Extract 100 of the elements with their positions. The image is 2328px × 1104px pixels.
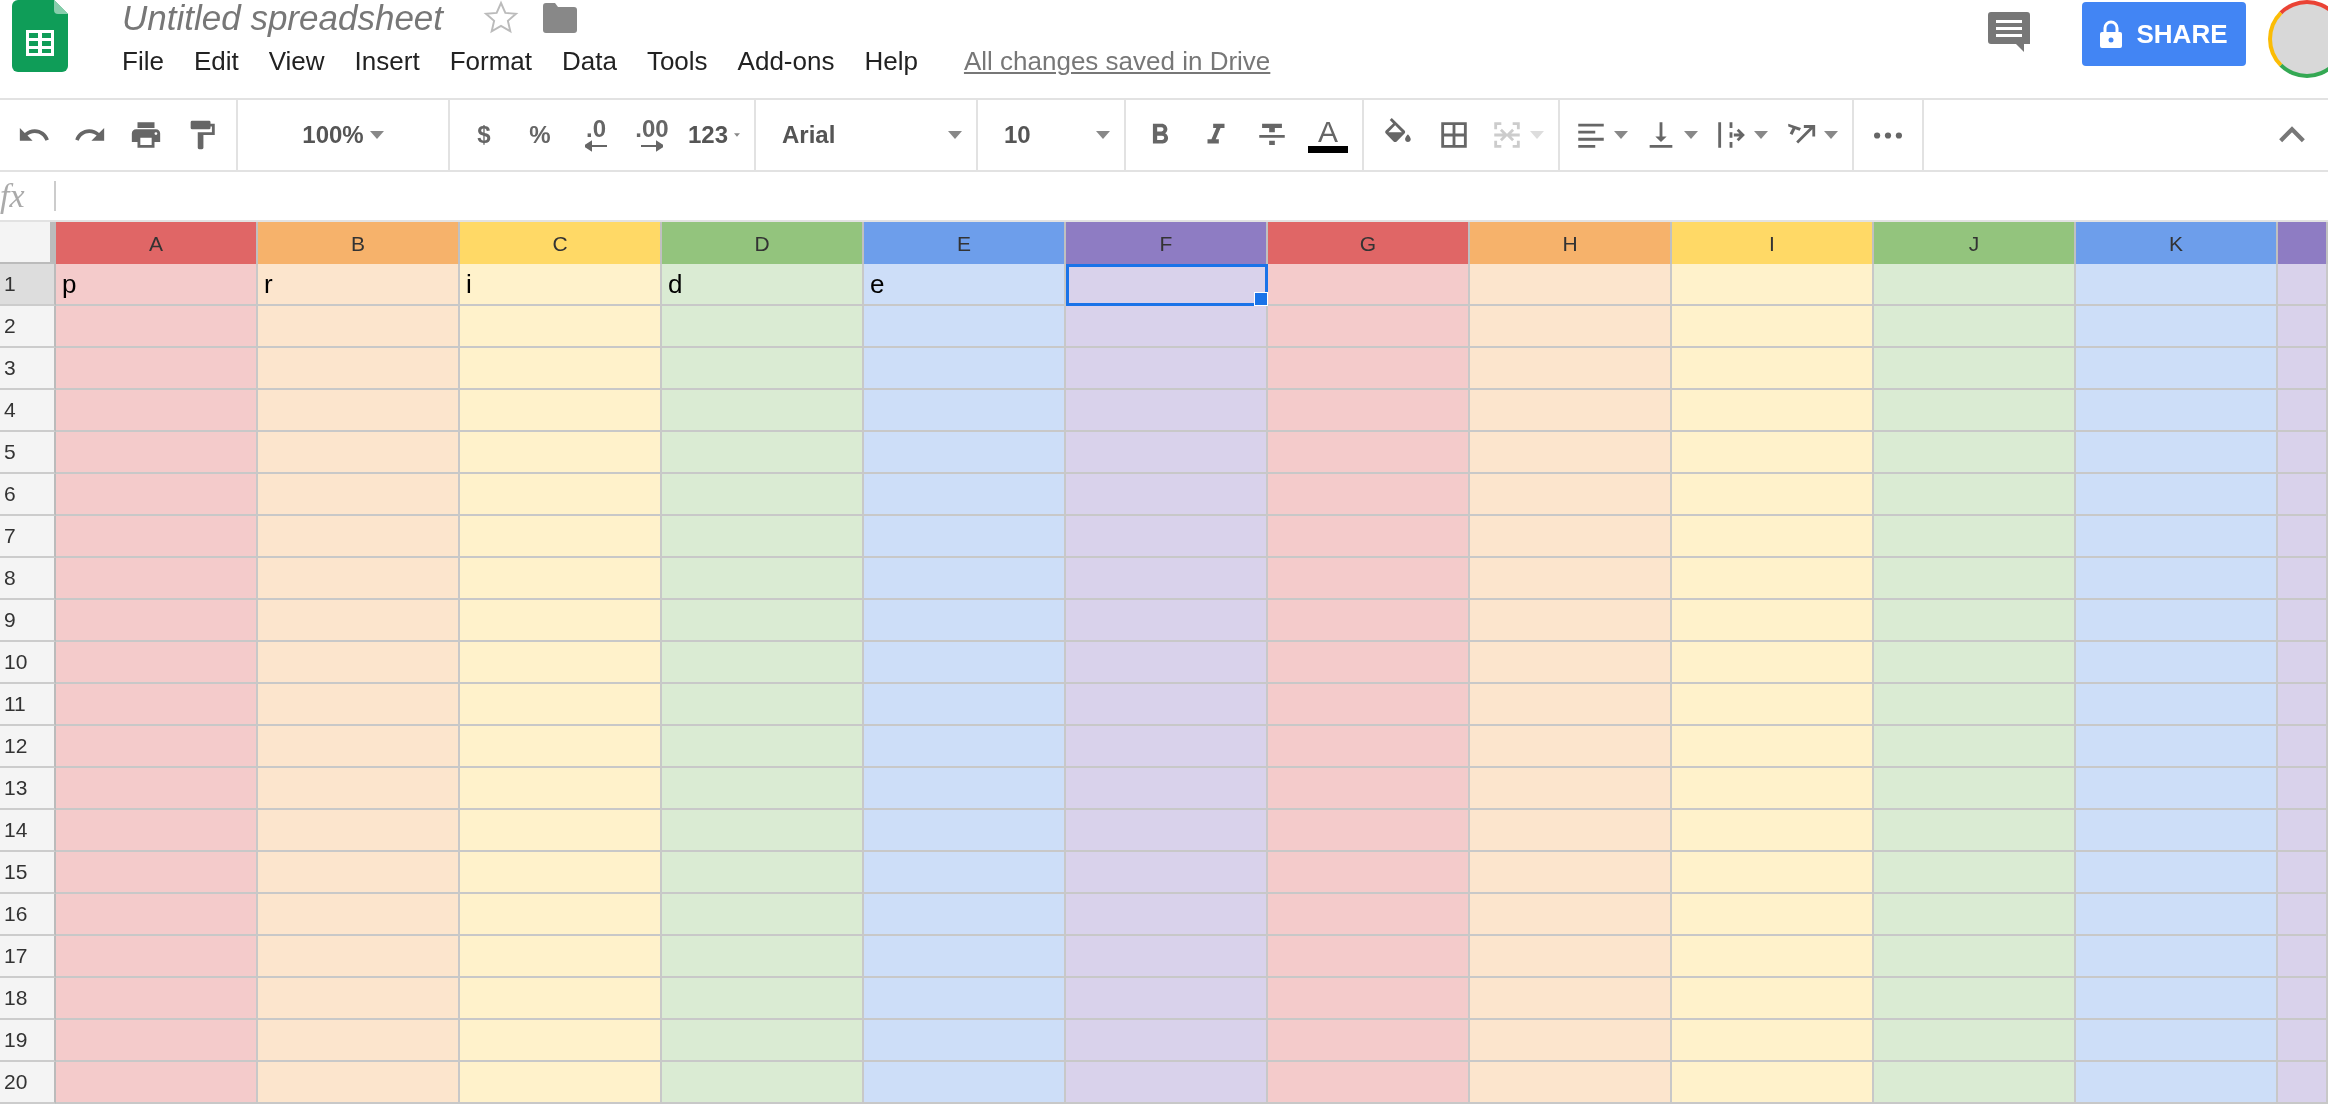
table-cell[interactable]	[864, 558, 1066, 600]
table-cell[interactable]	[1672, 894, 1874, 936]
table-cell[interactable]	[1066, 264, 1268, 306]
table-cell[interactable]	[2076, 264, 2278, 306]
table-cell[interactable]	[56, 978, 258, 1020]
table-cell[interactable]	[1470, 894, 1672, 936]
table-cell[interactable]	[1470, 684, 1672, 726]
table-cell[interactable]	[662, 516, 864, 558]
table-cell[interactable]	[1874, 642, 2076, 684]
table-cell[interactable]	[56, 642, 258, 684]
table-cell[interactable]	[1268, 264, 1470, 306]
table-cell[interactable]: p	[56, 264, 258, 306]
table-cell[interactable]	[56, 1020, 258, 1062]
table-cell[interactable]	[1874, 264, 2076, 306]
table-cell[interactable]	[1066, 726, 1268, 768]
table-cell[interactable]	[1268, 726, 1470, 768]
table-cell[interactable]	[2076, 516, 2278, 558]
table-cell[interactable]	[864, 810, 1066, 852]
table-cell[interactable]	[258, 810, 460, 852]
increase-decimal-button[interactable]: .00	[628, 111, 676, 159]
table-cell[interactable]	[2278, 264, 2328, 306]
table-cell[interactable]	[1268, 1062, 1470, 1104]
table-cell[interactable]	[2278, 558, 2328, 600]
table-cell[interactable]	[662, 474, 864, 516]
table-cell[interactable]	[2278, 978, 2328, 1020]
table-cell[interactable]	[864, 306, 1066, 348]
table-cell[interactable]	[864, 852, 1066, 894]
row-header[interactable]: 5	[0, 432, 56, 474]
table-cell[interactable]	[1470, 642, 1672, 684]
table-cell[interactable]	[56, 936, 258, 978]
table-cell[interactable]	[460, 516, 662, 558]
table-cell[interactable]	[662, 432, 864, 474]
table-cell[interactable]: e	[864, 264, 1066, 306]
table-cell[interactable]	[1672, 558, 1874, 600]
table-cell[interactable]	[1268, 600, 1470, 642]
table-cell[interactable]	[2278, 642, 2328, 684]
table-cell[interactable]	[1470, 1062, 1672, 1104]
table-cell[interactable]	[662, 558, 864, 600]
table-cell[interactable]	[662, 852, 864, 894]
table-cell[interactable]	[1268, 558, 1470, 600]
table-cell[interactable]	[864, 642, 1066, 684]
table-cell[interactable]	[2278, 516, 2328, 558]
zoom-dropdown[interactable]: 100%	[248, 111, 438, 159]
table-cell[interactable]	[1066, 432, 1268, 474]
table-cell[interactable]	[460, 1020, 662, 1062]
table-cell[interactable]	[1672, 978, 1874, 1020]
table-cell[interactable]	[1874, 432, 2076, 474]
table-cell[interactable]	[2076, 726, 2278, 768]
table-cell[interactable]	[1672, 600, 1874, 642]
row-header[interactable]: 3	[0, 348, 56, 390]
menu-item[interactable]: File	[112, 42, 174, 81]
table-cell[interactable]	[2076, 1062, 2278, 1104]
decrease-decimal-button[interactable]: .0	[572, 111, 620, 159]
row-header[interactable]: 17	[0, 936, 56, 978]
row-header[interactable]: 12	[0, 726, 56, 768]
table-cell[interactable]	[864, 894, 1066, 936]
table-cell[interactable]	[2278, 810, 2328, 852]
font-dropdown[interactable]: Arial	[766, 111, 966, 159]
table-cell[interactable]	[1672, 348, 1874, 390]
table-cell[interactable]	[2076, 432, 2278, 474]
table-cell[interactable]	[258, 306, 460, 348]
menu-item[interactable]: Help	[854, 42, 928, 81]
row-header[interactable]: 14	[0, 810, 56, 852]
table-cell[interactable]	[1066, 642, 1268, 684]
table-cell[interactable]	[2076, 558, 2278, 600]
table-cell[interactable]	[1066, 768, 1268, 810]
table-cell[interactable]	[56, 600, 258, 642]
table-cell[interactable]	[1470, 810, 1672, 852]
table-cell[interactable]	[1672, 852, 1874, 894]
table-cell[interactable]	[1268, 390, 1470, 432]
table-cell[interactable]	[1066, 306, 1268, 348]
format-button[interactable]: %	[516, 111, 564, 159]
table-cell[interactable]	[864, 390, 1066, 432]
table-cell[interactable]	[56, 1062, 258, 1104]
table-cell[interactable]	[1874, 852, 2076, 894]
row-header[interactable]: 2	[0, 306, 56, 348]
table-cell[interactable]	[1874, 684, 2076, 726]
table-cell[interactable]	[1874, 1062, 2076, 1104]
table-cell[interactable]	[662, 726, 864, 768]
table-cell[interactable]	[1672, 810, 1874, 852]
table-cell[interactable]	[56, 516, 258, 558]
table-cell[interactable]	[258, 978, 460, 1020]
table-cell[interactable]	[2278, 600, 2328, 642]
table-cell[interactable]	[460, 936, 662, 978]
table-cell[interactable]	[1470, 390, 1672, 432]
table-cell[interactable]	[1672, 768, 1874, 810]
menu-item[interactable]: View	[258, 42, 335, 81]
table-cell[interactable]	[2278, 1020, 2328, 1062]
row-header[interactable]: 15	[0, 852, 56, 894]
table-cell[interactable]	[1268, 894, 1470, 936]
table-cell[interactable]	[662, 642, 864, 684]
row-header[interactable]: 1	[0, 264, 56, 306]
table-cell[interactable]	[662, 348, 864, 390]
table-cell[interactable]	[1874, 1020, 2076, 1062]
text-color-button[interactable]: A	[1304, 111, 1352, 159]
table-cell[interactable]	[2278, 348, 2328, 390]
table-cell[interactable]	[56, 768, 258, 810]
table-cell[interactable]	[2278, 894, 2328, 936]
row-header[interactable]: 13	[0, 768, 56, 810]
table-cell[interactable]	[460, 684, 662, 726]
